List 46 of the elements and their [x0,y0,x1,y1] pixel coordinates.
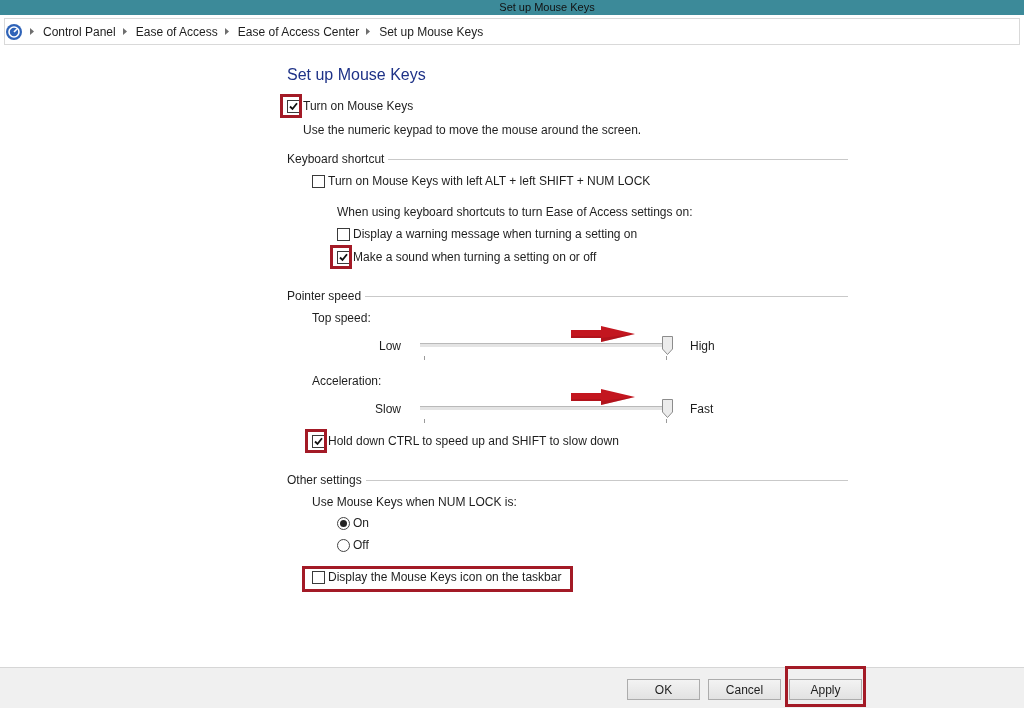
tick-mark-icon [424,419,425,423]
caret-icon [30,28,34,35]
checkbox-label[interactable]: Hold down CTRL to speed up and SHIFT to slow down [328,433,619,449]
page-heading: Set up Mouse Keys [287,65,426,85]
section-title: Keyboard shortcut [287,151,385,167]
slider-thumb[interactable] [662,336,673,355]
tick-mark-icon [424,356,425,360]
radio-label[interactable]: On [353,515,369,531]
description-text: Use the numeric keypad to move the mouse around the screen. [303,122,642,138]
checkbox[interactable] [312,174,325,188]
radio-group-label: Use Mouse Keys when NUM LOCK is: [312,494,517,510]
dialog-button[interactable]: OK [627,679,700,700]
caret-icon [122,28,127,35]
dialog-button[interactable]: Cancel [708,679,781,700]
tick-mark-icon [666,419,667,423]
slider-max-label: High [690,338,715,353]
section-title: Other settings [287,472,362,488]
checkbox[interactable] [312,570,325,584]
checkbox-label[interactable]: Turn on Mouse Keys [303,98,414,114]
caret-icon [366,28,371,35]
slider-label: Acceleration: [312,373,382,389]
checkbox-label[interactable]: Display a warning message when turning a setting on [353,226,638,242]
window-title: Set up Mouse Keys [499,1,595,14]
checkbox-label[interactable]: Turn on Mouse Keys with left ALT + left SHIFT + NUM LOCK [328,173,651,189]
radio-label[interactable]: Off [353,537,369,553]
checkbox-label[interactable]: Make a sound when turning a setting on or off [353,249,597,265]
slider-label: Top speed: [312,310,371,326]
radio-button[interactable] [337,538,350,552]
breadcrumb-link[interactable]: Control Panel [43,23,116,40]
breadcrumb-link[interactable]: Set up Mouse Keys [379,23,484,40]
tick-mark-icon [666,356,667,360]
breadcrumb-link[interactable]: Ease of Access [135,23,218,40]
instruction-text: When using keyboard shortcuts to turn Ease of Access settings on: [337,204,693,220]
breadcrumb-link[interactable]: Ease of Access Center [237,23,360,40]
checkbox-label[interactable]: Display the Mouse Keys icon on the taskbar [328,569,562,585]
address-bar[interactable]: Control Panel Ease of Access Ease of Access Center Set up Mouse Keys [4,18,1020,45]
checkbox[interactable] [337,227,350,241]
slider-max-label: Fast [690,401,714,416]
slider-min-label: Slow [374,401,401,416]
caret-icon [224,28,229,35]
dialog-button[interactable]: Apply [789,679,862,700]
slider-min-label: Low [378,338,401,353]
section-title: Pointer speed [287,288,362,304]
radio-button[interactable] [337,516,350,530]
dial-icon [6,23,22,40]
slider-thumb[interactable] [662,399,673,418]
